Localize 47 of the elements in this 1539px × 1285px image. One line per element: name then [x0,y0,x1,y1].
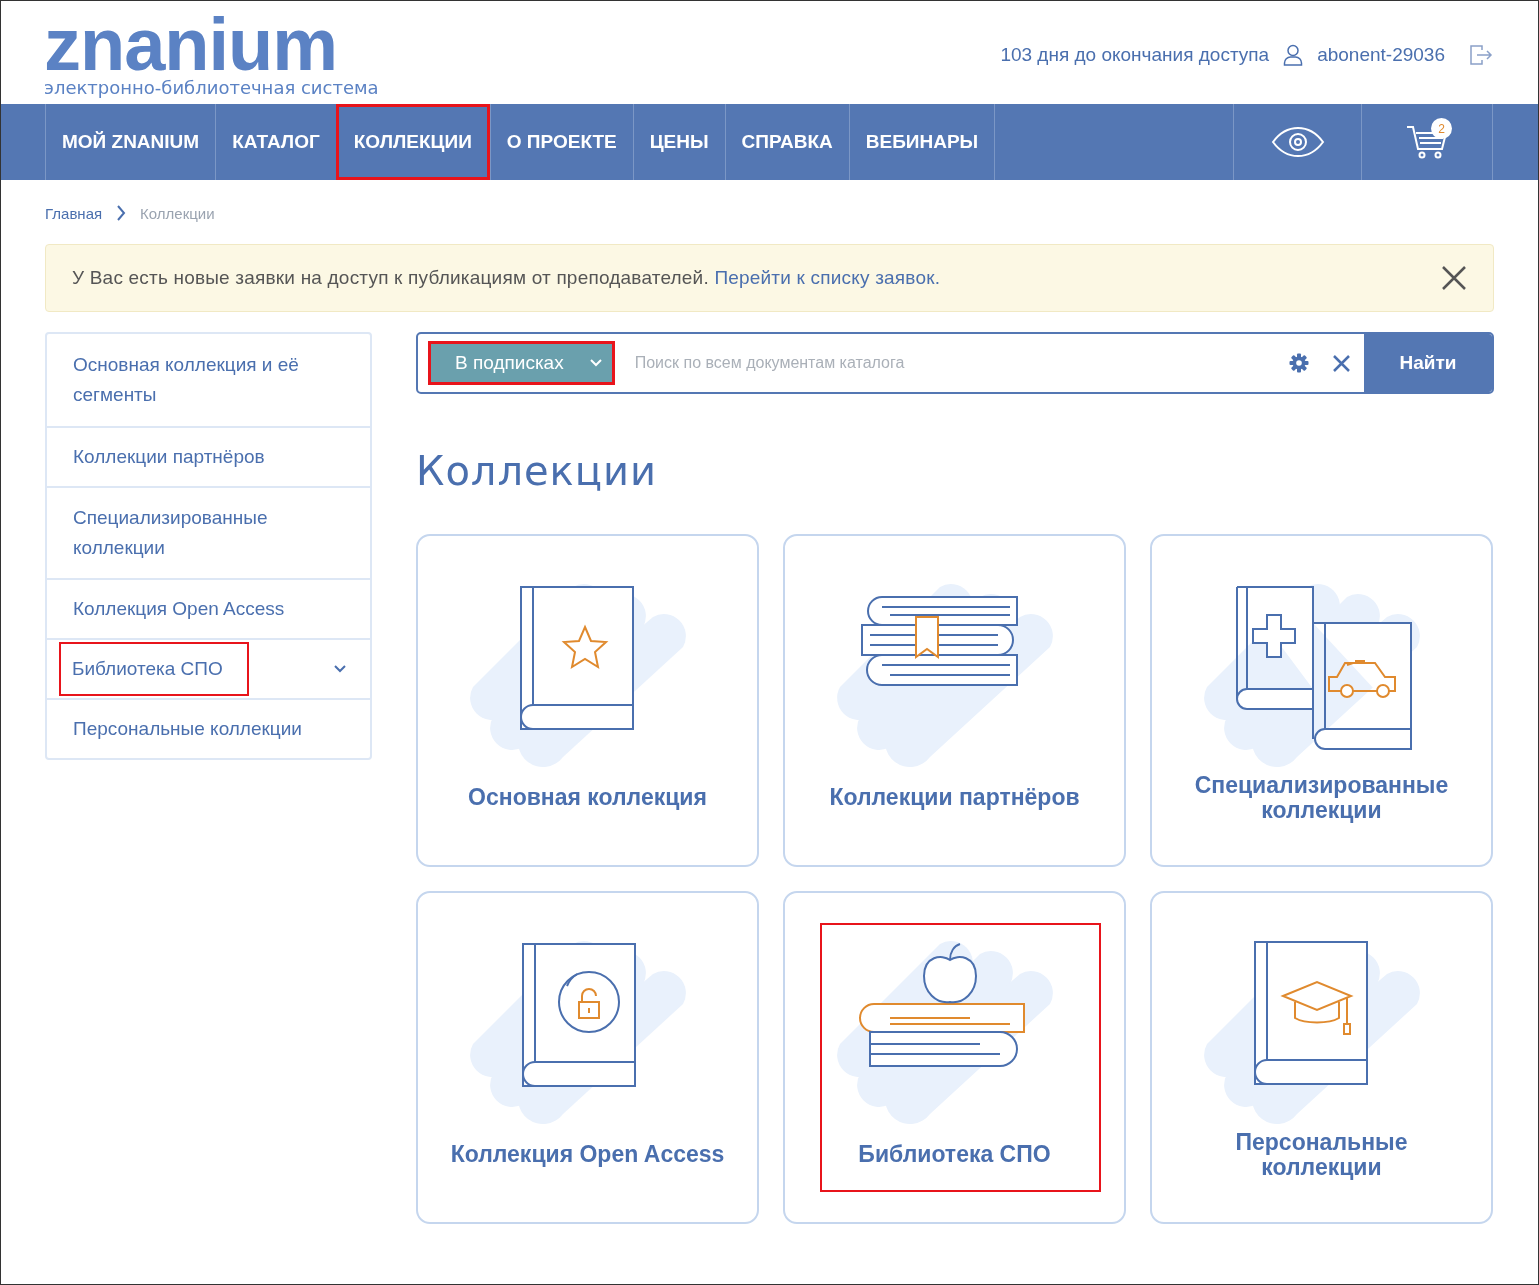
sidebar-item[interactable]: Коллекция Open Access [59,587,299,631]
nav-tab[interactable]: СПРАВКА [724,104,849,180]
sidebar-item[interactable]: Специализированные коллекции [59,496,346,570]
collection-card[interactable]: Коллекции партнёров [783,534,1126,867]
collection-card[interactable]: Персональные коллекции [1150,891,1493,1224]
logo-tagline: электронно-библиотечная система [44,77,379,98]
card-title[interactable]: Библиотека СПО [858,1121,1051,1188]
nav-tab[interactable]: КАТАЛОГ [215,104,336,180]
collection-card[interactable]: Основная коллекция [416,534,759,867]
filter-dropdown[interactable]: В подписках [428,341,615,385]
chevron-down-icon [589,359,602,367]
access-days-text: 103 дня до окончания доступа [1000,43,1270,66]
breadcrumb-current: Коллекции [140,204,215,222]
requests-link[interactable]: Перейти к списку заявок. [714,267,941,288]
settings-icon[interactable] [1289,353,1309,373]
breadcrumb-link[interactable]: Главная [45,204,103,222]
chevron-down-icon[interactable] [334,665,346,673]
search-field[interactable]: Поиск по всем документам каталога [632,353,1289,373]
search-button[interactable]: Найти [1364,334,1492,392]
eye-icon[interactable] [1270,126,1325,158]
sidebar-item[interactable]: Персональные коллекции [59,707,316,751]
nav-tab[interactable]: ЦЕНЫ [632,104,725,180]
username-link[interactable]: abonent-29036 [1317,43,1445,66]
close-icon[interactable] [1441,265,1467,291]
card-title[interactable]: Персональные коллекции [1174,1121,1469,1188]
collection-card[interactable]: Коллекция Open Access [416,891,759,1224]
logo[interactable]: znanium [44,13,379,76]
clear-icon[interactable] [1333,354,1350,372]
cart-icon[interactable] [1406,125,1448,159]
notification-text: У Вас есть новые заявки на доступ к публикациям от преподавателей. Перейти к списку заявок. [72,267,941,289]
card-title[interactable]: Специализированные коллекции [1174,764,1469,831]
sidebar-item[interactable]: Основная коллекция и её сегменты [59,343,346,417]
card-title[interactable]: Основная коллекция [468,764,707,831]
card-title[interactable]: Коллекции партнёров [829,764,1080,831]
sidebar-item[interactable]: Коллекции партнёров [59,435,279,479]
page-heading: Коллекции [416,448,658,494]
card-title[interactable]: Коллекция Open Access [450,1121,725,1188]
chevron-right-icon [116,205,127,221]
user-icon [1283,43,1304,66]
nav-tab[interactable]: О ПРОЕКТЕ [489,104,633,180]
collection-card[interactable]: Библиотека СПО [783,891,1126,1224]
cart-count-badge: 2 [1431,118,1452,139]
collection-card[interactable]: Специализированные коллекции [1150,534,1493,867]
nav-tab[interactable]: МОЙ ZNANIUM [45,104,216,180]
nav-tab[interactable]: ВЕБИНАРЫ [848,104,996,180]
sidebar-item[interactable]: Библиотека СПО [59,642,249,696]
nav-tab[interactable]: КОЛЛЕКЦИИ [335,104,490,180]
